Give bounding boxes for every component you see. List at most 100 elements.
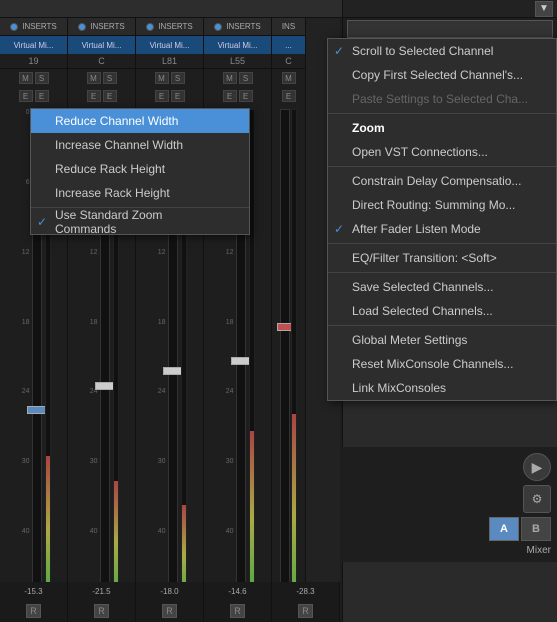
meter-fill bbox=[250, 431, 254, 604]
channel-name: Virtual Mi... bbox=[0, 36, 67, 54]
menu-item-vst-connections[interactable]: Open VST Connections... bbox=[328, 140, 556, 164]
mute-btn[interactable]: M bbox=[87, 72, 101, 84]
menu-item-label: Zoom bbox=[352, 121, 385, 135]
dropdown-arrow-btn[interactable]: ▼ bbox=[535, 1, 553, 17]
edit-btn[interactable]: E bbox=[223, 90, 237, 102]
menu-item-global-meter[interactable]: Global Meter Settings bbox=[328, 328, 556, 352]
level-cell: -28.3 bbox=[272, 582, 340, 600]
bottom-label-cell: R bbox=[204, 600, 272, 622]
fader-handle[interactable] bbox=[27, 406, 47, 414]
level-value: -15.3 bbox=[24, 587, 42, 596]
bottom-labels: R R R R R bbox=[0, 600, 340, 622]
channel-number: L81 bbox=[136, 54, 203, 69]
btn-row: M S bbox=[68, 69, 135, 87]
mute-btn[interactable]: M bbox=[155, 72, 169, 84]
menu-item-reduce-channel-width[interactable]: Reduce Channel Width bbox=[31, 109, 249, 133]
edit-btn[interactable]: E bbox=[282, 90, 296, 102]
transport-area: ▶ ⚙ A B Mixer bbox=[342, 447, 557, 562]
insert-dot bbox=[146, 23, 154, 31]
settings-btn[interactable]: ⚙ bbox=[523, 485, 551, 513]
menu-item-after-fader[interactable]: ✓ After Fader Listen Mode bbox=[328, 217, 556, 241]
r-button[interactable]: R bbox=[230, 604, 245, 618]
gear-settings: ⚙ bbox=[523, 485, 551, 513]
mute-btn[interactable]: M bbox=[223, 72, 237, 84]
menu-separator bbox=[328, 272, 556, 273]
edit-btn2[interactable]: E bbox=[171, 90, 185, 102]
left-context-menu: Reduce Channel Width Increase Channel Wi… bbox=[30, 108, 250, 235]
solo-btn[interactable]: S bbox=[35, 72, 49, 84]
inserts-label: INSERTS bbox=[158, 22, 193, 31]
inserts-label: INSERTS bbox=[90, 22, 125, 31]
edit-btn2[interactable]: E bbox=[103, 90, 117, 102]
edit-btn2[interactable]: E bbox=[35, 90, 49, 102]
solo-btn[interactable]: S bbox=[103, 72, 117, 84]
level-value: -28.3 bbox=[296, 587, 314, 596]
fader-handle[interactable] bbox=[95, 382, 115, 390]
r-button[interactable]: R bbox=[162, 604, 177, 618]
menu-item-constrain-delay[interactable]: Constrain Delay Compensatio... bbox=[328, 169, 556, 193]
menu-item-label: Global Meter Settings bbox=[352, 333, 467, 347]
btn-row2: E E bbox=[204, 87, 271, 105]
channel-search-input[interactable] bbox=[347, 20, 553, 38]
menu-separator bbox=[328, 325, 556, 326]
btn-row2: E bbox=[272, 87, 305, 105]
bottom-label-cell: R bbox=[136, 600, 204, 622]
btn-row: M S bbox=[204, 69, 271, 87]
channel-number: L55 bbox=[204, 54, 271, 69]
r-button[interactable]: R bbox=[298, 604, 313, 618]
edit-btn[interactable]: E bbox=[19, 90, 33, 102]
menu-item-eq-filter[interactable]: EQ/Filter Transition: <Soft> bbox=[328, 246, 556, 270]
edit-btn[interactable]: E bbox=[87, 90, 101, 102]
r-button[interactable]: R bbox=[94, 604, 109, 618]
mixer-label: Mixer bbox=[527, 545, 551, 556]
menu-item-use-standard-zoom[interactable]: ✓ Use Standard Zoom Commands bbox=[31, 210, 249, 234]
menu-item-reduce-rack-height[interactable]: Reduce Rack Height bbox=[31, 157, 249, 181]
menu-item-load-channels[interactable]: Load Selected Channels... bbox=[328, 299, 556, 323]
menu-item-reset-channels[interactable]: Reset MixConsole Channels... bbox=[328, 352, 556, 376]
menu-item-copy-channel[interactable]: Copy First Selected Channel's... bbox=[328, 63, 556, 87]
menu-item-label: Link MixConsoles bbox=[352, 381, 446, 395]
solo-btn[interactable]: S bbox=[239, 72, 253, 84]
inserts-label: INSERTS bbox=[226, 22, 261, 31]
bottom-label-cell: R bbox=[0, 600, 68, 622]
menu-item-label: Save Selected Channels... bbox=[352, 280, 493, 294]
mute-btn[interactable]: M bbox=[282, 72, 296, 84]
menu-separator bbox=[328, 166, 556, 167]
meter-scale: 06121824304050 bbox=[16, 105, 30, 609]
b-button[interactable]: B bbox=[521, 517, 551, 541]
menu-item-zoom[interactable]: Zoom bbox=[328, 116, 556, 140]
solo-btn[interactable]: S bbox=[171, 72, 185, 84]
a-button[interactable]: A bbox=[489, 517, 519, 541]
inserts-header: INSERTS bbox=[68, 18, 135, 36]
menu-item-label: Load Selected Channels... bbox=[352, 304, 493, 318]
menu-item-increase-rack-height[interactable]: Increase Rack Height bbox=[31, 181, 249, 205]
play-btn[interactable]: ▶ bbox=[523, 453, 551, 481]
menu-item-link-mixconsoles[interactable]: Link MixConsoles bbox=[328, 376, 556, 400]
edit-btn2[interactable]: E bbox=[239, 90, 253, 102]
mute-btn[interactable]: M bbox=[19, 72, 33, 84]
level-readouts: -15.3 -21.5 -18.0 -14.6 -28.3 bbox=[0, 582, 340, 600]
channel-name: ... bbox=[272, 36, 305, 54]
inserts-header: INSERTS bbox=[136, 18, 203, 36]
edit-btn[interactable]: E bbox=[155, 90, 169, 102]
fader-track[interactable] bbox=[280, 109, 290, 618]
menu-item-label: Direct Routing: Summing Mo... bbox=[352, 198, 515, 212]
fader-section: C M E bbox=[272, 54, 305, 622]
checkmark-icon: ✓ bbox=[334, 222, 344, 236]
menu-item-label: Constrain Delay Compensatio... bbox=[352, 174, 521, 188]
ab-buttons: A B bbox=[489, 517, 551, 541]
menu-item-paste-settings[interactable]: Paste Settings to Selected Cha... bbox=[328, 87, 556, 111]
level-value: -14.6 bbox=[228, 587, 246, 596]
fader-handle[interactable] bbox=[231, 357, 251, 365]
r-button[interactable]: R bbox=[26, 604, 41, 618]
right-panel: ▼ ✓ Scroll to Selected Channel Copy Firs… bbox=[342, 0, 557, 622]
menu-item-direct-routing[interactable]: Direct Routing: Summing Mo... bbox=[328, 193, 556, 217]
channel-number: C bbox=[68, 54, 135, 69]
channel-number: 19 bbox=[0, 54, 67, 69]
fader-handle[interactable] bbox=[163, 367, 183, 375]
menu-item-scroll-to-channel[interactable]: ✓ Scroll to Selected Channel bbox=[328, 39, 556, 63]
menu-item-save-channels[interactable]: Save Selected Channels... bbox=[328, 275, 556, 299]
inserts-header: INSERTS bbox=[204, 18, 271, 36]
menu-item-increase-channel-width[interactable]: Increase Channel Width bbox=[31, 133, 249, 157]
level-value: -18.0 bbox=[160, 587, 178, 596]
